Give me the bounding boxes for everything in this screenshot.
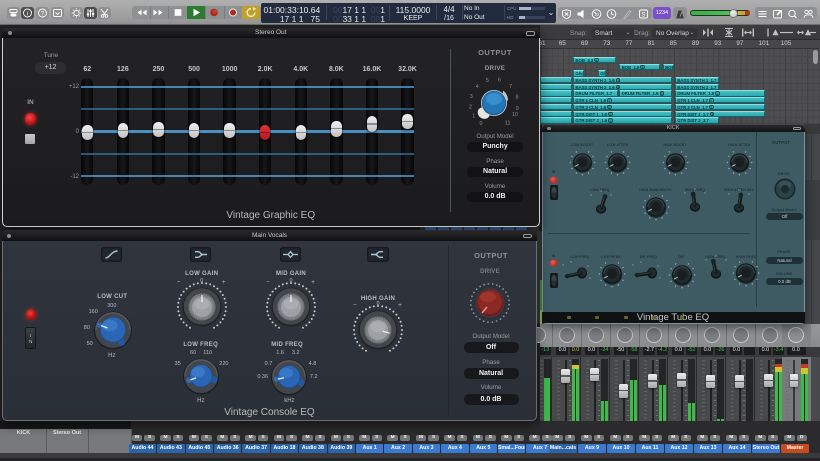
svg-text:i: i	[27, 10, 29, 17]
svg-text:7: 7	[509, 84, 512, 90]
svg-text:2: 2	[469, 105, 472, 111]
svg-text:0: 0	[480, 121, 483, 127]
svg-text:8: 8	[516, 95, 519, 101]
svg-text:6: 6	[498, 78, 501, 84]
svg-text:3: 3	[470, 94, 473, 100]
svg-text:10: 10	[512, 112, 518, 118]
svg-text:9: 9	[516, 106, 519, 112]
svg-text:4: 4	[476, 84, 479, 90]
svg-text:S: S	[641, 12, 645, 18]
svg-text:1: 1	[473, 114, 476, 120]
svg-text:22: 22	[594, 12, 599, 17]
svg-text:11: 11	[505, 120, 511, 126]
svg-text:5: 5	[486, 78, 489, 84]
